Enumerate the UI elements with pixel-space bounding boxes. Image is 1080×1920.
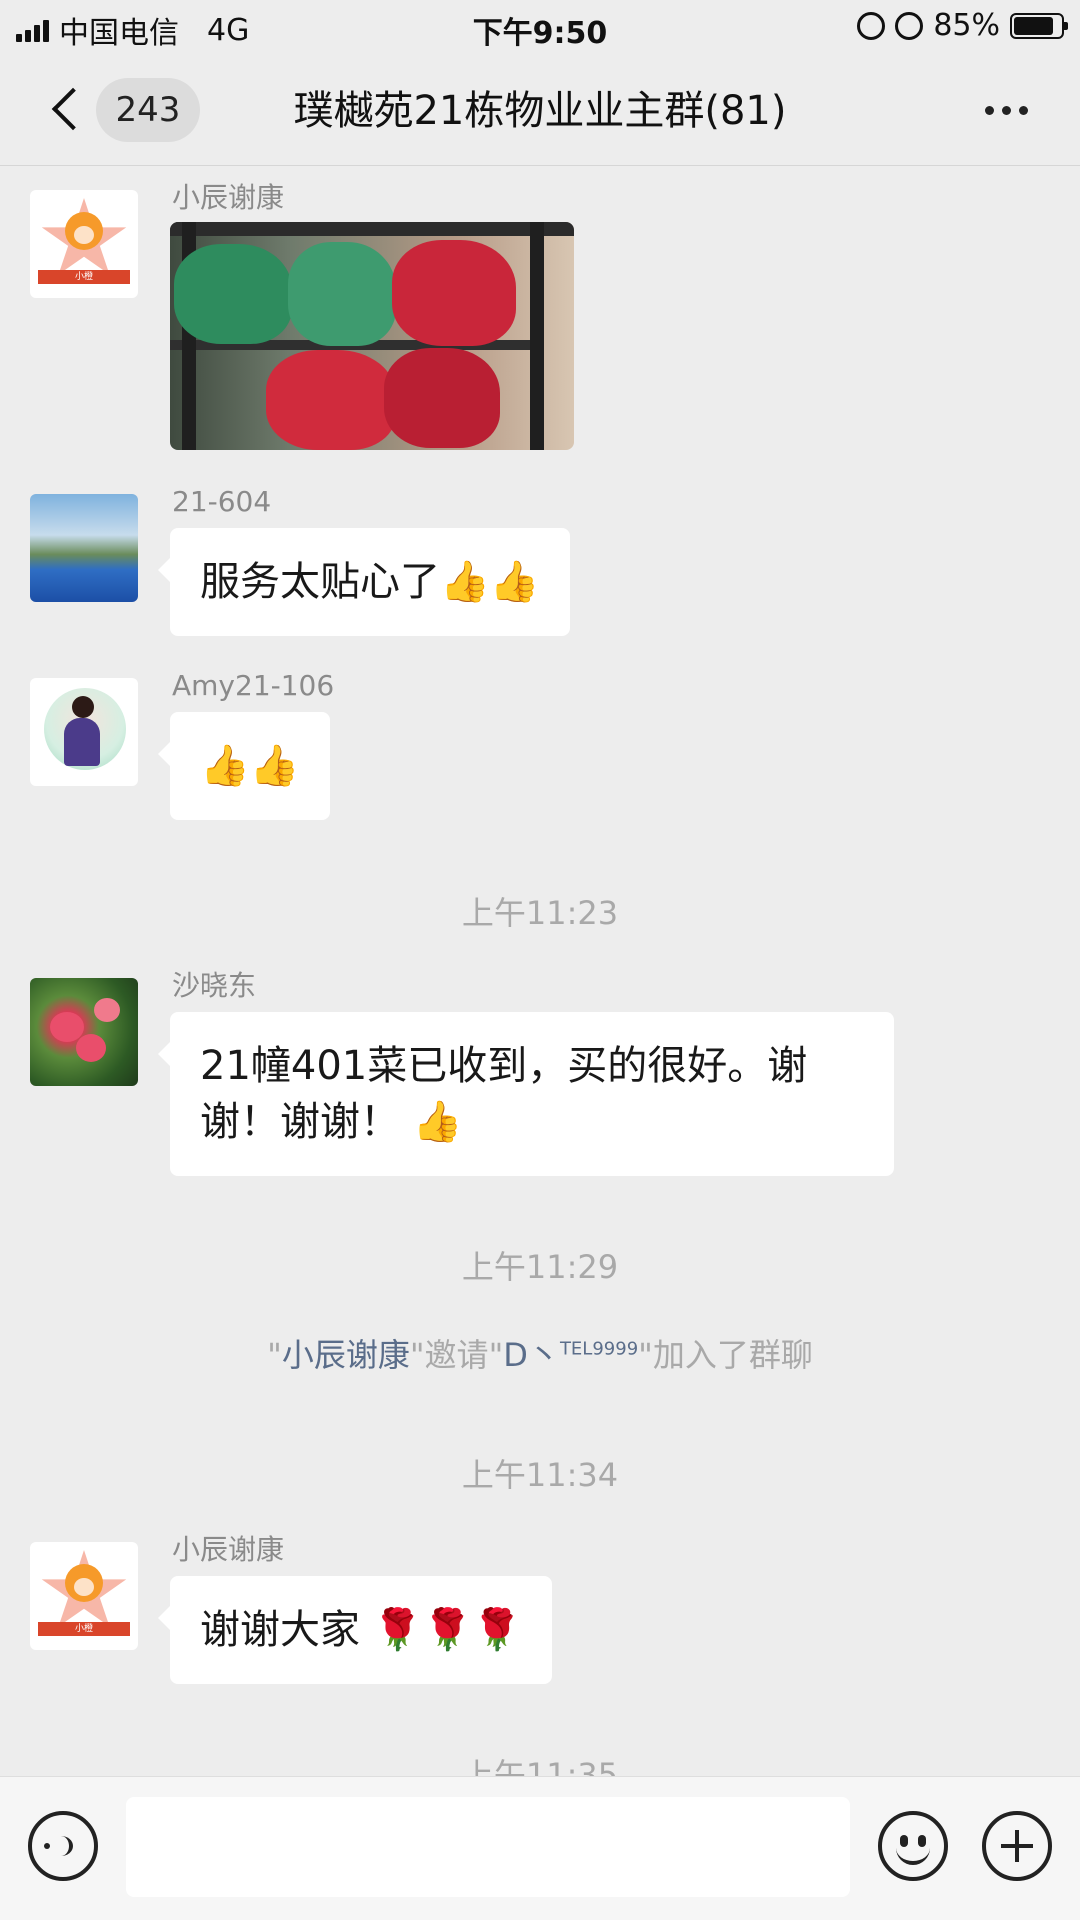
orientation-lock-icon — [857, 11, 886, 40]
thumbs-up-icon: 👍 — [412, 1099, 463, 1145]
avatar-orange-cartoon[interactable]: 小橙 — [30, 1542, 138, 1650]
sender-name: 21-604 — [172, 485, 272, 518]
message-text: 服务太贴心了 — [200, 559, 440, 605]
message-text: 谢谢大家 — [200, 1607, 360, 1653]
message-text: 21幢401菜已收到，买的很好。谢谢！谢谢！ — [200, 1043, 808, 1145]
message-input[interactable] — [126, 1797, 850, 1897]
sender-name: 小辰谢康 — [172, 181, 285, 214]
message-input-bar — [0, 1776, 1080, 1920]
avatar-mother-child[interactable] — [30, 678, 138, 786]
thumbs-up-icon: 👍👍 — [200, 743, 300, 789]
chat-header: 243 璞樾苑21栋物业业主群(81) — [0, 56, 1080, 166]
timestamp: 上午11:23 — [461, 894, 619, 932]
more-actions-plus-icon[interactable] — [982, 1811, 1052, 1881]
more-options-icon[interactable] — [985, 106, 1028, 115]
timestamp: 上午11:34 — [461, 1456, 619, 1494]
sender-name: 沙晓东 — [172, 969, 257, 1002]
inviter-link[interactable]: 小辰谢康 — [282, 1336, 410, 1374]
voice-input-icon[interactable] — [28, 1811, 98, 1881]
battery-level — [1014, 16, 1054, 35]
avatar-flower[interactable] — [30, 978, 138, 1086]
emoji-icon[interactable] — [878, 1811, 948, 1881]
battery-percent: 85% — [933, 8, 1000, 43]
status-bar: 中国电信 4G 下午9:50 85% — [0, 0, 1080, 56]
battery-icon — [1010, 12, 1068, 39]
sender-name: 小辰谢康 — [172, 1533, 285, 1566]
sender-name: Amy21-106 — [172, 669, 335, 702]
shared-photo[interactable] — [170, 222, 574, 450]
message-bubble[interactable]: 21幢401菜已收到，买的很好。谢谢！谢谢！ 👍 — [158, 1012, 894, 1176]
message-bubble[interactable]: 服务太贴心了👍👍 — [158, 528, 570, 636]
message-bubble[interactable]: 谢谢大家 🌹🌹🌹 — [157, 1576, 553, 1684]
timestamp: 上午11:29 — [461, 1248, 619, 1286]
back-arrow-icon[interactable] — [51, 87, 95, 131]
thumbs-up-icon: 👍👍 — [440, 559, 540, 605]
alarm-icon — [895, 11, 924, 40]
system-join-notice: "小辰谢康"邀请"D丶TEL9999"加入了群聊 — [267, 1336, 813, 1374]
rose-icon: 🌹🌹🌹 — [372, 1607, 523, 1653]
chat-title: 璞樾苑21栋物业业主群(81) — [293, 88, 787, 134]
avatar-pool-photo[interactable] — [30, 494, 138, 602]
invitee-link[interactable]: D丶TEL9999 — [503, 1336, 638, 1374]
avatar-orange-cartoon[interactable]: 小橙 — [30, 190, 138, 298]
message-bubble[interactable]: 👍👍 — [158, 712, 330, 820]
unread-count-badge[interactable]: 243 — [96, 78, 200, 142]
